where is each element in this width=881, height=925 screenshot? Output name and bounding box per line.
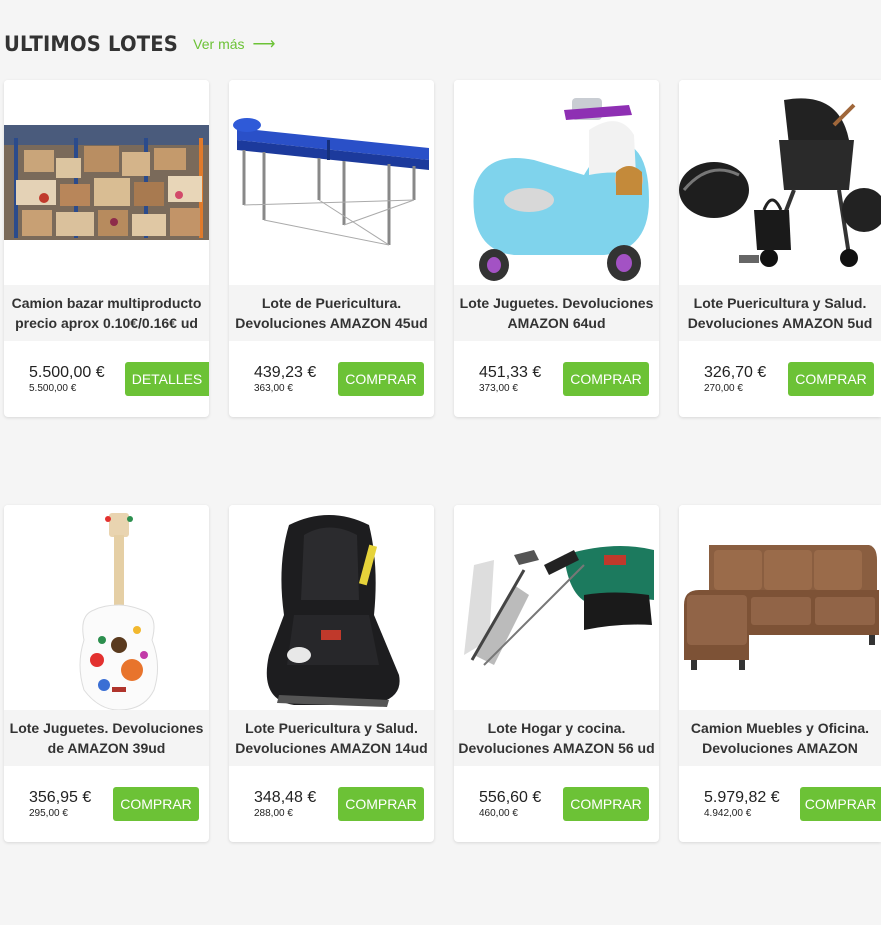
product-price: 556,60 € — [479, 789, 542, 806]
product-price-net: 460,00 € — [479, 808, 518, 819]
car-seat-image[interactable] — [229, 505, 434, 710]
product-price: 356,95 € — [29, 789, 92, 806]
comprar-button[interactable]: COMPRAR — [338, 362, 424, 396]
product-price: 348,48 € — [254, 789, 317, 806]
product-card[interactable]: Camion Muebles y Oficina. Devoluciones A… — [679, 505, 881, 842]
product-price: 5.979,82 € — [704, 789, 780, 806]
product-name: Lote Hogar y cocina. Devoluciones AMAZON… — [454, 710, 659, 766]
product-price: 439,23 € — [254, 364, 317, 381]
stroller-set-image[interactable] — [679, 80, 881, 285]
toy-guitar-image[interactable] — [4, 505, 209, 710]
comprar-button[interactable]: COMPRAR — [800, 787, 881, 821]
comprar-button[interactable]: COMPRAR — [788, 362, 874, 396]
product-card[interactable]: Lote de Puericultura. Devoluciones AMAZO… — [229, 80, 434, 417]
product-name: Lote de Puericultura. Devoluciones AMAZO… — [229, 285, 434, 341]
product-price-net: 4.942,00 € — [704, 808, 752, 819]
ver-mas-label: Ver más — [193, 36, 245, 52]
product-card[interactable]: Lote Hogar y cocina. Devoluciones AMAZON… — [454, 505, 659, 842]
ver-mas-link[interactable]: Ver más ⟶ — [193, 34, 275, 54]
comprar-button[interactable]: COMPRAR — [113, 787, 199, 821]
product-card[interactable]: Camion bazar multiproducto precio aprox … — [4, 80, 209, 417]
product-card[interactable]: Lote Puericultura y Salud. Devoluciones … — [229, 505, 434, 842]
product-name: Lote Juguetes. Devoluciones AMAZON 64ud — [454, 285, 659, 341]
comprar-button[interactable]: COMPRAR — [563, 362, 649, 396]
product-name: Lote Puericultura y Salud. Devoluciones … — [679, 285, 881, 341]
product-name: Camion Muebles y Oficina. Devoluciones A… — [679, 710, 881, 766]
section-header: ULTIMOS LOTES Ver más ⟶ — [4, 32, 275, 56]
product-card[interactable]: Lote Juguetes. Devoluciones de AMAZON 39… — [4, 505, 209, 842]
arrow-right-icon: ⟶ — [252, 36, 276, 53]
detalles-button[interactable]: DETALLES — [125, 362, 209, 396]
warehouse-pallets-image[interactable] — [4, 80, 209, 285]
product-price: 5.500,00 € — [29, 364, 105, 381]
kids-scooter-image[interactable] — [454, 80, 659, 285]
product-name: Lote Juguetes. Devoluciones de AMAZON 39… — [4, 710, 209, 766]
section-title: ULTIMOS LOTES — [4, 32, 179, 56]
product-price-net: 288,00 € — [254, 808, 293, 819]
pruning-saw-image[interactable] — [454, 505, 659, 710]
comprar-button[interactable]: COMPRAR — [563, 787, 649, 821]
product-price-net: 295,00 € — [29, 808, 68, 819]
massage-table-image[interactable] — [229, 80, 434, 285]
product-price: 326,70 € — [704, 364, 767, 381]
product-price-net: 270,00 € — [704, 383, 743, 394]
product-card[interactable]: Lote Juguetes. Devoluciones AMAZON 64ud … — [454, 80, 659, 417]
product-price-net: 373,00 € — [479, 383, 518, 394]
product-price-net: 363,00 € — [254, 383, 293, 394]
product-name: Lote Puericultura y Salud. Devoluciones … — [229, 710, 434, 766]
comprar-button[interactable]: COMPRAR — [338, 787, 424, 821]
product-name: Camion bazar multiproducto precio aprox … — [4, 285, 209, 341]
product-price-net: 5.500,00 € — [29, 383, 77, 394]
product-price: 451,33 € — [479, 364, 542, 381]
sofa-image[interactable] — [679, 505, 881, 710]
product-card[interactable]: Lote Puericultura y Salud. Devoluciones … — [679, 80, 881, 417]
